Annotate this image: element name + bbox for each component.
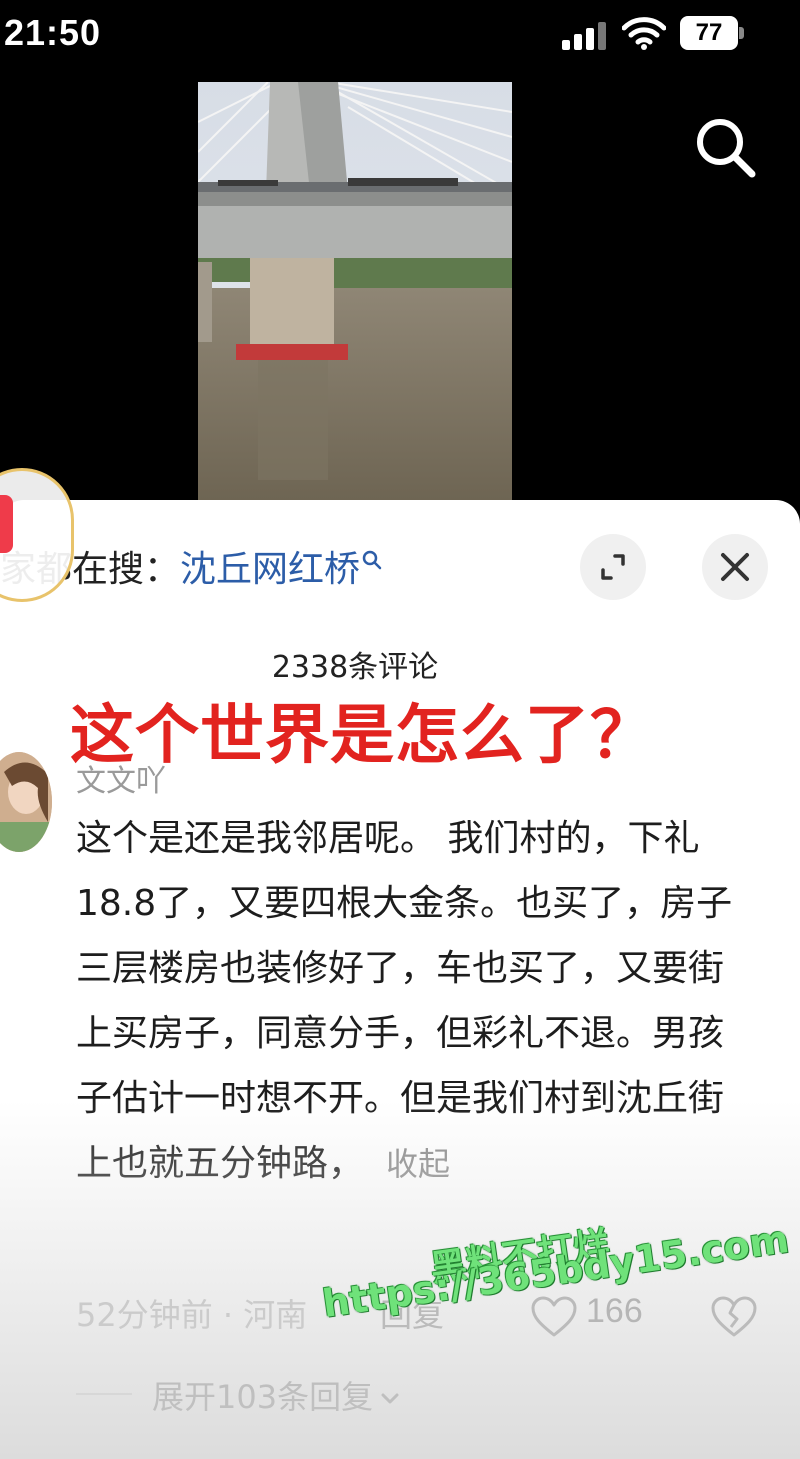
heart-icon[interactable] bbox=[530, 1295, 578, 1339]
replies-divider bbox=[76, 1393, 132, 1395]
signal-icon bbox=[562, 22, 606, 50]
wifi-icon bbox=[622, 17, 666, 50]
broken-heart-icon[interactable] bbox=[710, 1295, 758, 1339]
comment-count: 2338条评论 bbox=[271, 650, 439, 685]
video-frame[interactable] bbox=[198, 82, 512, 500]
close-icon bbox=[721, 553, 749, 581]
battery-icon: 77 bbox=[680, 16, 744, 50]
expand-icon bbox=[601, 554, 625, 580]
red-packet-icon bbox=[0, 495, 13, 553]
status-time: 21:50 bbox=[4, 12, 102, 53]
chevron-down-icon bbox=[381, 1393, 399, 1404]
collapse-link[interactable]: 收起 bbox=[386, 1145, 450, 1183]
username[interactable]: 文文吖 bbox=[76, 756, 166, 800]
comment-text: 这个是还是我邻居呢。 我们村的，下礼18.8了，又要四根大金条。也买了，房子三层… bbox=[76, 806, 756, 1197]
comment-sheet: 家都在搜：沈丘网红桥 2338条评论 这个世界是怎么了？ 文文吖 这个是还是我邻… bbox=[0, 500, 800, 1459]
like-count: 166 bbox=[586, 1292, 643, 1330]
battery-cap bbox=[739, 27, 744, 39]
expand-button[interactable] bbox=[580, 534, 646, 600]
comment-meta: 52分钟前 · 河南 bbox=[76, 1296, 308, 1334]
avatar[interactable] bbox=[0, 752, 52, 852]
battery-level: 77 bbox=[695, 19, 723, 46]
red-packet-button[interactable] bbox=[0, 468, 74, 602]
expand-replies-label: 展开103条回复 bbox=[152, 1378, 374, 1416]
avatar-image bbox=[0, 752, 52, 852]
close-button[interactable] bbox=[702, 534, 768, 600]
expand-replies-button[interactable]: 展开103条回复 bbox=[152, 1372, 401, 1418]
status-bar: 21:50 77 bbox=[0, 0, 800, 70]
search-small-icon bbox=[362, 550, 382, 570]
search-hint-keyword[interactable]: 沈丘网红桥 bbox=[180, 542, 360, 598]
comment-body: 这个是还是我邻居呢。 我们村的，下礼18.8了，又要四根大金条。也买了，房子三层… bbox=[76, 818, 733, 1184]
search-icon[interactable] bbox=[690, 112, 760, 182]
